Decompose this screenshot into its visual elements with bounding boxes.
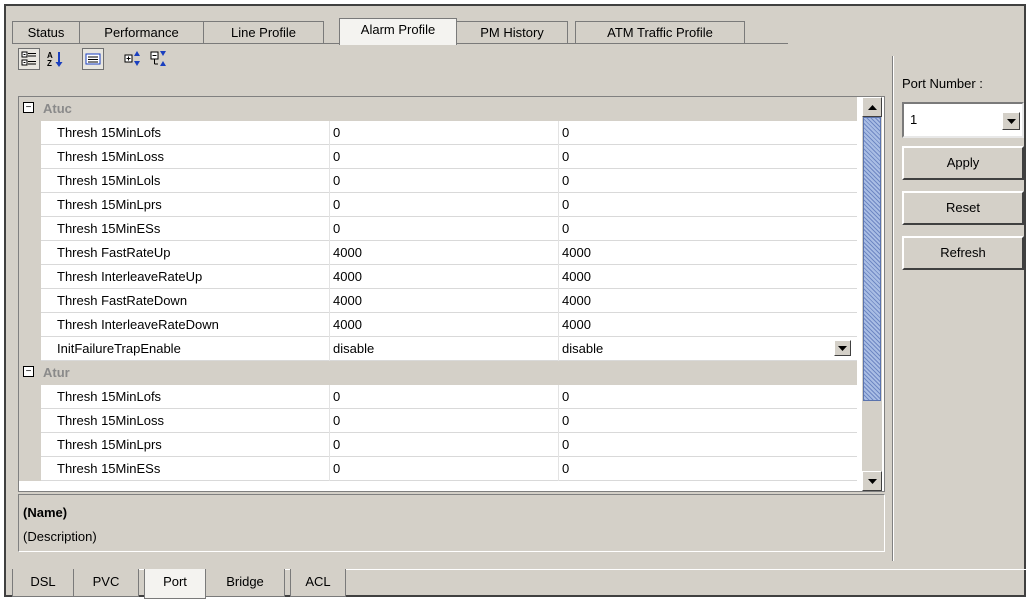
table-row[interactable]: InitFailureTrapEnable disable disable — [19, 337, 857, 361]
category-label: Atur — [43, 365, 70, 380]
property-pages-icon[interactable] — [82, 48, 104, 70]
port-number-value: 1 — [910, 112, 918, 127]
property-value[interactable]: 0 — [333, 413, 340, 428]
property-name: Thresh 15MinLoss — [57, 149, 164, 164]
scroll-up-icon[interactable] — [862, 97, 882, 117]
property-value[interactable]: 4000 — [333, 269, 362, 284]
property-name: Thresh 15MinLprs — [57, 197, 162, 212]
description-panel: (Name) (Description) — [18, 494, 885, 552]
property-value[interactable]: 0 — [562, 437, 569, 452]
property-name: Thresh 15MinESs — [57, 221, 161, 236]
property-value[interactable]: 0 — [562, 149, 569, 164]
property-value[interactable]: 0 — [333, 389, 340, 404]
tab-line-profile[interactable]: Line Profile — [203, 21, 324, 44]
property-value[interactable]: 0 — [333, 197, 340, 212]
property-value[interactable]: 0 — [562, 461, 569, 476]
property-value[interactable]: 0 — [562, 389, 569, 404]
property-value[interactable]: 4000 — [333, 245, 362, 260]
table-row[interactable]: Thresh 15MinLols 0 0 — [19, 169, 857, 193]
property-value[interactable]: 0 — [333, 149, 340, 164]
tab-status[interactable]: Status — [12, 21, 80, 44]
description-title: (Name) — [23, 505, 68, 520]
property-name: Thresh FastRateUp — [57, 245, 171, 260]
table-row[interactable]: Thresh 15MinLofs 0 0 — [19, 385, 857, 409]
property-value[interactable]: 0 — [562, 221, 569, 236]
property-name: Thresh FastRateDown — [57, 293, 188, 308]
port-number-select[interactable]: 1 — [902, 102, 1024, 138]
collapse-icon[interactable]: − — [23, 102, 34, 113]
property-name: Thresh 15MinLofs — [57, 125, 162, 140]
property-value[interactable]: 4000 — [562, 245, 591, 260]
scroll-down-icon[interactable] — [862, 471, 882, 491]
category-label: Atuc — [43, 101, 72, 116]
property-value[interactable]: 4000 — [562, 317, 591, 332]
apply-button[interactable]: Apply — [902, 146, 1024, 180]
tab-performance[interactable]: Performance — [79, 21, 204, 44]
port-number-label: Port Number : — [902, 76, 983, 91]
alphabetical-icon[interactable]: A Z — [44, 48, 66, 70]
property-name: Thresh 15MinESs — [57, 461, 161, 476]
tab-atm-traffic-profile[interactable]: ATM Traffic Profile — [575, 21, 745, 44]
property-value[interactable]: 0 — [333, 437, 340, 452]
property-name: Thresh 15MinLprs — [57, 437, 162, 452]
tab-bridge[interactable]: Bridge — [205, 569, 285, 597]
description-text: (Description) — [23, 529, 97, 544]
property-value[interactable]: 0 — [562, 413, 569, 428]
table-row[interactable]: Thresh 15MinLoss 0 0 — [19, 145, 857, 169]
property-name: Thresh InterleaveRateDown — [57, 317, 219, 332]
table-row[interactable]: Thresh InterleaveRateDown 4000 4000 — [19, 313, 857, 337]
categorized-icon[interactable] — [18, 48, 40, 70]
category-atur[interactable]: − Atur — [19, 361, 857, 385]
table-row[interactable]: Thresh 15MinLprs 0 0 — [19, 433, 857, 457]
tab-pm-history[interactable]: PM History — [456, 21, 568, 44]
tab-pvc[interactable]: PVC — [73, 569, 139, 597]
property-value[interactable]: 0 — [333, 221, 340, 236]
property-value[interactable]: 4000 — [333, 293, 362, 308]
property-value[interactable]: 4000 — [562, 293, 591, 308]
property-grid[interactable]: − Atuc Thresh 15MinLofs 0 0 Thresh 15Min… — [18, 96, 885, 492]
collapse-all-icon[interactable] — [148, 48, 170, 70]
table-row[interactable]: Thresh FastRateUp 4000 4000 — [19, 241, 857, 265]
collapse-icon[interactable]: − — [23, 366, 34, 377]
tab-dsl[interactable]: DSL — [12, 569, 74, 597]
vertical-scrollbar[interactable] — [862, 97, 882, 491]
property-value[interactable]: disable — [333, 341, 374, 356]
table-row[interactable]: Thresh FastRateDown 4000 4000 — [19, 289, 857, 313]
refresh-button[interactable]: Refresh — [902, 236, 1024, 270]
tab-port[interactable]: Port — [144, 569, 206, 599]
category-atuc[interactable]: − Atuc — [19, 97, 857, 121]
property-value[interactable]: disable — [562, 341, 603, 356]
property-name: Thresh 15MinLols — [57, 173, 161, 188]
table-row[interactable]: Thresh 15MinLofs 0 0 — [19, 121, 857, 145]
property-name: Thresh 15MinLofs — [57, 389, 162, 404]
property-value[interactable]: 4000 — [333, 317, 362, 332]
chevron-down-icon[interactable] — [1002, 112, 1020, 130]
property-value[interactable]: 0 — [333, 173, 340, 188]
property-value[interactable]: 0 — [333, 125, 340, 140]
expand-all-icon[interactable] — [122, 48, 144, 70]
property-name: Thresh InterleaveRateUp — [57, 269, 203, 284]
tab-alarm-profile[interactable]: Alarm Profile — [339, 18, 457, 45]
table-row[interactable]: Thresh 15MinLoss 0 0 — [19, 409, 857, 433]
property-name: InitFailureTrapEnable — [57, 341, 181, 356]
reset-button[interactable]: Reset — [902, 191, 1024, 225]
property-value[interactable]: 4000 — [562, 269, 591, 284]
svg-text:Z: Z — [47, 59, 52, 68]
table-row[interactable]: Thresh 15MinESs 0 0 — [19, 457, 857, 481]
property-value[interactable]: 0 — [562, 197, 569, 212]
dropdown-arrow-icon[interactable] — [834, 340, 851, 356]
tab-acl[interactable]: ACL — [290, 569, 346, 597]
table-row[interactable]: Thresh InterleaveRateUp 4000 4000 — [19, 265, 857, 289]
property-value[interactable]: 0 — [562, 125, 569, 140]
table-row[interactable]: Thresh 15MinLprs 0 0 — [19, 193, 857, 217]
scroll-thumb[interactable] — [863, 117, 881, 401]
table-row[interactable]: Thresh 15MinESs 0 0 — [19, 217, 857, 241]
main-window: Status Performance Line Profile Alarm Pr… — [4, 4, 1026, 599]
property-name: Thresh 15MinLoss — [57, 413, 164, 428]
property-value[interactable]: 0 — [333, 461, 340, 476]
property-value[interactable]: 0 — [562, 173, 569, 188]
